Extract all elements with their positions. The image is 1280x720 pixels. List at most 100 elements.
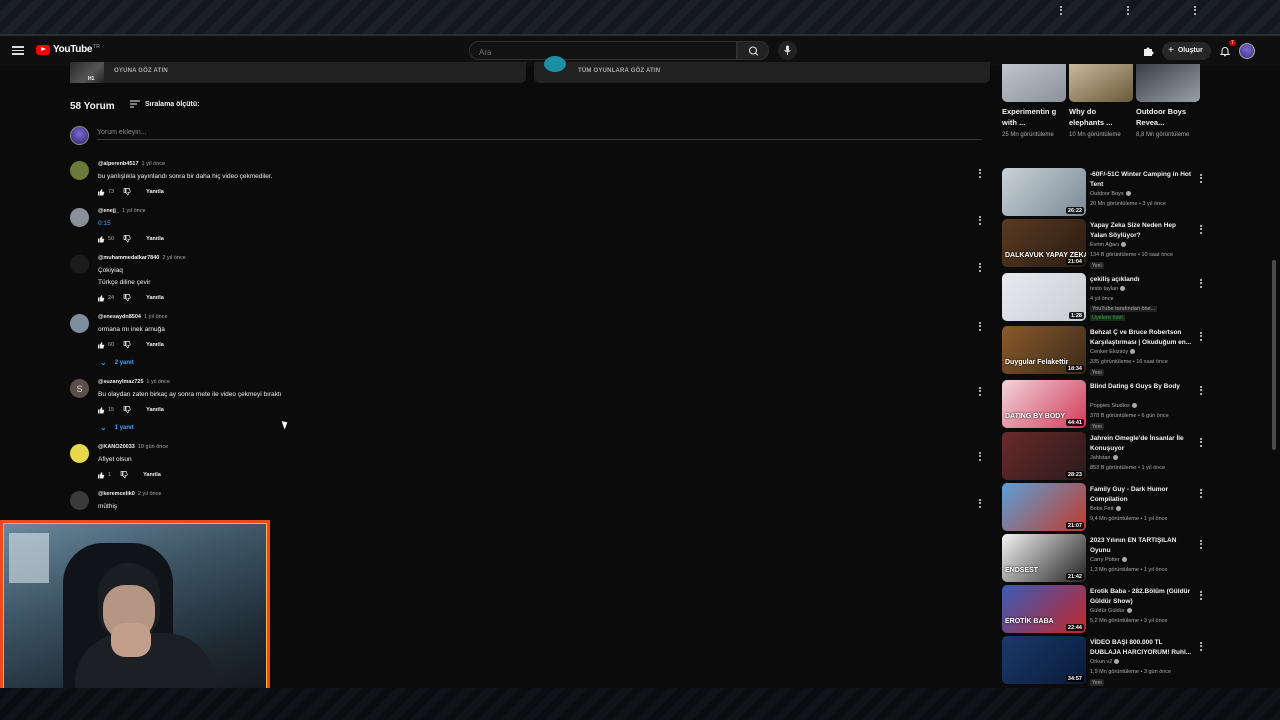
comment-author[interactable]: @KANO20033 [98, 444, 135, 450]
notifications-button[interactable]: 7 [1217, 39, 1236, 59]
video-thumbnail[interactable]: DATING BY BODY 44:41 [1002, 380, 1086, 428]
video-thumbnail[interactable]: DALKAVUK YAPAY ZEKA! 21:04 [1002, 219, 1086, 267]
recommended-video[interactable]: 28:23 Jahrein Omegle'de İnsanlar İle Konu… [1002, 432, 1206, 482]
comment-menu-button[interactable] [976, 385, 984, 397]
shorts-thumbnail[interactable] [1069, 64, 1133, 102]
reply-button[interactable]: Yanıtla [146, 342, 164, 348]
like-button[interactable] [96, 293, 106, 303]
shorts-thumbnail[interactable] [1002, 64, 1066, 102]
comment-menu-button[interactable] [976, 320, 984, 332]
video-menu-button[interactable] [1198, 589, 1204, 601]
video-thumbnail[interactable]: ENDSEST 21:42 [1002, 534, 1086, 582]
account-avatar[interactable] [1238, 42, 1255, 59]
video-title[interactable]: Erotik Baba - 282.Bölüm (Güldür Güldür S… [1090, 587, 1194, 607]
channel-name[interactable]: Outdoor Boys [1090, 191, 1131, 197]
video-menu-button[interactable] [1198, 384, 1204, 396]
game-card[interactable]: H1 OYUNA GÖZ ATIN [70, 62, 526, 83]
shorts-menu-button[interactable] [1125, 4, 1131, 16]
video-thumbnail[interactable]: 34:57 [1002, 636, 1086, 684]
channel-name[interactable]: testo taylan [1090, 286, 1126, 292]
add-comment-input[interactable] [97, 126, 982, 140]
like-button[interactable] [96, 234, 106, 244]
comment-menu-button[interactable] [976, 167, 984, 179]
shorts-thumbnail[interactable] [1136, 64, 1200, 102]
search-input[interactable] [470, 44, 736, 61]
comment-author[interactable]: @keremcelik0 [98, 491, 135, 497]
comment-avatar[interactable] [70, 314, 89, 333]
dislike-button[interactable] [122, 187, 132, 197]
create-button[interactable]: + Oluştur [1162, 41, 1211, 60]
comment-author[interactable]: @enesaydn8504 [98, 314, 141, 320]
show-replies-button[interactable]: ⌄ 1 yanıt [100, 424, 134, 432]
comment-time[interactable]: 1 yıl önce [142, 161, 166, 167]
comment-time[interactable]: 1 yıl önce [122, 208, 146, 214]
menu-icon[interactable] [12, 44, 24, 56]
like-button[interactable] [96, 470, 106, 480]
video-title[interactable]: VİDEO BAŞI 800.000 TL DUBLAJA HARCIYORUM… [1090, 638, 1194, 658]
video-menu-button[interactable] [1198, 640, 1204, 652]
comment-author[interactable]: @suzanylmaz725 [98, 379, 143, 385]
shorts-title[interactable]: Outdoor Boys Revea... [1136, 107, 1192, 128]
reply-button[interactable]: Yanıtla [143, 472, 161, 478]
like-button[interactable] [96, 340, 106, 350]
comment-time[interactable]: 2 yıl önce [138, 491, 162, 497]
channel-name[interactable]: Bobs Fett [1090, 506, 1121, 512]
recommended-video[interactable]: 34:57 VİDEO BAŞI 800.000 TL DUBLAJA HARCI… [1002, 636, 1206, 686]
voice-search-button[interactable] [778, 41, 797, 60]
shorts-menu-button[interactable] [1058, 4, 1064, 16]
recommended-video[interactable]: EROTİK BABA 22:44 Erotik Baba - 282.Bölüm … [1002, 585, 1206, 635]
search-button[interactable] [737, 41, 769, 60]
comment-menu-button[interactable] [976, 497, 984, 509]
channel-name[interactable]: Carry Potter [1090, 557, 1127, 563]
comment-time[interactable]: 2 yıl önce [162, 255, 186, 261]
comment-avatar[interactable] [70, 444, 89, 463]
dislike-button[interactable] [122, 340, 132, 350]
like-button[interactable] [96, 405, 106, 415]
channel-name[interactable]: Orkun v2 [1090, 659, 1120, 665]
recommended-video[interactable]: DATING BY BODY 44:41 Blind Dating 6 Guys B… [1002, 380, 1206, 430]
sort-button[interactable]: Sıralama ölçütü: [130, 100, 199, 108]
channel-name[interactable]: Evrim Ağacı [1090, 242, 1127, 248]
reply-button[interactable]: Yanıtla [146, 189, 164, 195]
comment-author[interactable]: @alperenb4517 [98, 161, 139, 167]
video-thumbnail[interactable]: 21:07 [1002, 483, 1086, 531]
view-all-games-link[interactable]: TÜM OYUNLARA GÖZ ATIN [578, 68, 660, 74]
video-thumbnail[interactable]: Duygular Felakettir 18:34 [1002, 326, 1086, 374]
reply-button[interactable]: Yanıtla [146, 407, 164, 413]
recommended-video[interactable]: 26:22 -60F/-51C Winter Camping in Hot Ten… [1002, 168, 1206, 218]
page-scrollbar[interactable] [1272, 260, 1276, 450]
video-menu-button[interactable] [1198, 487, 1204, 499]
comment-author[interactable]: @enejj_ [98, 208, 119, 214]
video-menu-button[interactable] [1198, 330, 1204, 342]
recommended-video[interactable]: Duygular Felakettir 18:34 Behzat Ç ve Bruc… [1002, 326, 1206, 376]
video-title[interactable]: çekiliş açıklandı [1090, 275, 1194, 285]
video-menu-button[interactable] [1198, 172, 1204, 184]
view-game-link[interactable]: OYUNA GÖZ ATIN [114, 68, 168, 74]
comment-avatar[interactable] [70, 161, 89, 180]
comment-menu-button[interactable] [976, 261, 984, 273]
video-title[interactable]: 2023 Yılının EN TARTIŞILAN Oyunu [1090, 536, 1194, 556]
comment-author[interactable]: @muhammedalkar7840 [98, 255, 159, 261]
video-thumbnail[interactable]: 28:23 [1002, 432, 1086, 480]
extension-button[interactable] [1140, 43, 1156, 59]
channel-name[interactable]: Güldür Güldür [1090, 608, 1132, 614]
timestamp-link[interactable]: 0:15 [98, 220, 111, 227]
reply-button[interactable]: Yanıtla [146, 295, 164, 301]
shorts-menu-button[interactable] [1192, 4, 1198, 16]
show-replies-button[interactable]: ⌄ 2 yanıt [100, 359, 134, 367]
video-title[interactable]: Blind Dating 6 Guys By Body [1090, 382, 1194, 392]
comment-time[interactable]: 10 gün önce [138, 444, 168, 450]
recommended-video[interactable]: 1:28 çekiliş açıklandı testo taylan 4 yıl ö… [1002, 273, 1206, 323]
comment-menu-button[interactable] [976, 214, 984, 226]
comment-avatar[interactable] [70, 255, 89, 274]
channel-name[interactable]: Jahlstan [1090, 455, 1118, 461]
comment-avatar[interactable]: S [70, 379, 89, 398]
channel-name[interactable]: Poppies Studios [1090, 403, 1137, 409]
dislike-button[interactable] [122, 234, 132, 244]
video-menu-button[interactable] [1198, 538, 1204, 550]
dislike-button[interactable] [122, 293, 132, 303]
video-title[interactable]: Jahrein Omegle'de İnsanlar İle Konuşuyor [1090, 434, 1194, 454]
comment-menu-button[interactable] [976, 450, 984, 462]
video-title[interactable]: -60F/-51C Winter Camping in Hot Tent [1090, 170, 1194, 190]
like-button[interactable] [96, 187, 106, 197]
